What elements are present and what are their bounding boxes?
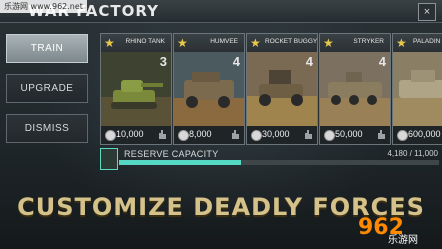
price-bar: 8,000 — [174, 126, 244, 144]
unit-name: STRYKER — [353, 38, 384, 45]
hand-icon — [378, 130, 385, 139]
coin-icon — [251, 130, 262, 141]
price-bar: 50,000 — [320, 126, 390, 144]
star-icon: ★ — [396, 36, 407, 50]
coin-icon — [178, 130, 189, 141]
reserve-progress-fill — [119, 160, 241, 165]
train-button[interactable]: TRAIN — [6, 34, 88, 63]
hand-icon — [305, 130, 312, 139]
unit-card-paladin[interactable]: ★ PALADIN 4 600,000 — [392, 33, 442, 145]
unit-level: 4 — [232, 54, 240, 69]
unit-card-humvee[interactable]: ★ HUMVEE 4 8,000 — [173, 33, 245, 145]
stack-icon — [100, 148, 118, 170]
unit-price: 30,000 — [262, 129, 290, 139]
unit-name: RHINO TANK — [125, 38, 166, 45]
paladin-image — [393, 52, 442, 126]
reserve-value: 4,180 / 11,000 — [387, 149, 438, 158]
star-icon: ★ — [104, 36, 115, 50]
unit-price: 50,000 — [335, 129, 363, 139]
star-icon: ★ — [323, 36, 334, 50]
unit-level: 4 — [378, 54, 386, 69]
watermark-logo-text: 乐游网 — [388, 235, 418, 246]
card-header: ★ ROCKET BUGGY — [247, 34, 317, 52]
watermark-logo: 962 乐游网 — [358, 213, 438, 246]
close-button[interactable]: × — [418, 3, 436, 21]
unit-card-rhino-tank[interactable]: ★ RHINO TANK 3 10,000 — [100, 33, 172, 145]
unit-name: HUMVEE — [210, 38, 238, 45]
unit-name: ROCKET BUGGY — [265, 38, 318, 45]
upgrade-button[interactable]: UPGRADE — [6, 74, 88, 103]
reserve-progress-bar — [119, 160, 439, 165]
unit-name: PALADIN — [413, 38, 441, 45]
card-header: ★ STRYKER — [320, 34, 390, 52]
star-icon: ★ — [250, 36, 261, 50]
coin-icon — [105, 130, 116, 141]
star-icon: ★ — [177, 36, 188, 50]
unit-card-stryker[interactable]: ★ STRYKER 4 50,000 — [319, 33, 391, 145]
unit-price: 8,000 — [189, 129, 212, 139]
unit-price: 600,000 — [408, 129, 441, 139]
card-header: ★ HUMVEE — [174, 34, 244, 52]
reserve-label: RESERVE CAPACITY — [124, 149, 219, 159]
card-header: ★ PALADIN — [393, 34, 442, 52]
price-bar: 30,000 — [247, 126, 317, 144]
card-header: ★ RHINO TANK — [101, 34, 171, 52]
unit-level: 3 — [159, 54, 167, 69]
hand-icon — [232, 130, 239, 139]
coin-icon — [324, 130, 335, 141]
dismiss-button[interactable]: DISMISS — [6, 114, 88, 143]
reserve-capacity: RESERVE CAPACITY 4,180 / 11,000 — [97, 148, 442, 170]
unit-cards: ★ RHINO TANK 3 10,000 ★ HUMVEE 4 8,000 ★… — [97, 33, 442, 145]
price-bar: 10,000 — [101, 126, 171, 144]
unit-price: 10,000 — [116, 129, 144, 139]
hand-icon — [159, 130, 166, 139]
watermark-top: 乐游网 www.962.net — [0, 0, 87, 13]
price-bar: 600,000 — [393, 126, 442, 144]
coin-icon — [397, 130, 408, 141]
unit-level: 4 — [305, 54, 313, 69]
unit-card-rocket-buggy[interactable]: ★ ROCKET BUGGY 4 30,000 — [246, 33, 318, 145]
